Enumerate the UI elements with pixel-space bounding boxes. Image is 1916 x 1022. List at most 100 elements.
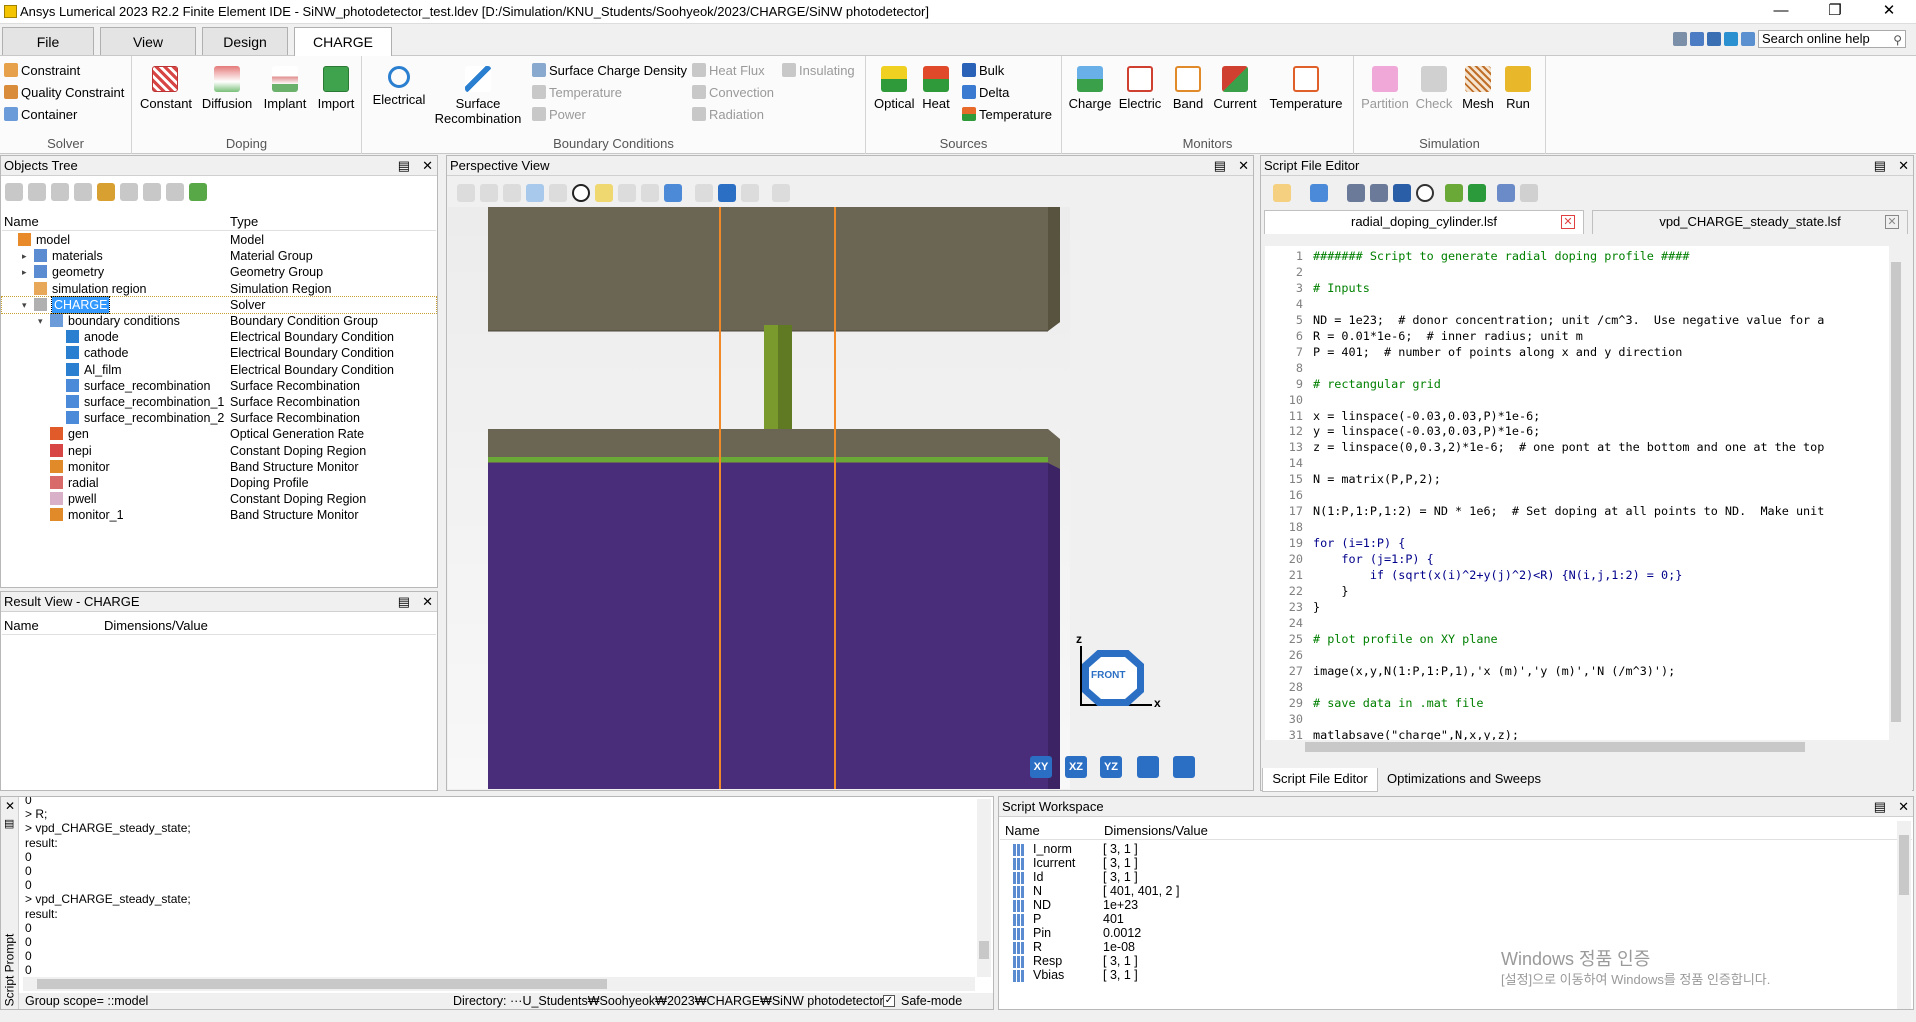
check-button[interactable]: Check xyxy=(1414,66,1454,111)
minimize-icon[interactable]: — xyxy=(1754,0,1808,24)
tab-file[interactable]: File xyxy=(2,27,94,55)
tree-row-model[interactable]: model Model xyxy=(2,232,436,248)
current-monitor-button[interactable]: Current xyxy=(1212,66,1258,111)
tree-row-al-film[interactable]: Al_film Electrical Boundary Condition xyxy=(2,362,436,378)
run-to-cursor-icon[interactable] xyxy=(1445,184,1463,202)
zoom-view-icon[interactable] xyxy=(480,184,498,202)
tab-script-file-editor[interactable]: Script File Editor xyxy=(1262,768,1378,792)
help-circle-icon[interactable] xyxy=(572,184,590,202)
mesh-button[interactable]: Mesh xyxy=(1458,66,1498,111)
code-editor[interactable]: 1 ####### Script to generate radial dopin… xyxy=(1265,246,1889,740)
select-icon[interactable] xyxy=(457,184,475,202)
charge-monitor-button[interactable]: Charge xyxy=(1068,66,1112,111)
heat-flux-button[interactable]: Heat Flux xyxy=(692,60,765,80)
partition-button[interactable]: Partition xyxy=(1360,66,1410,111)
ruler-icon[interactable] xyxy=(549,184,567,202)
edit-icon[interactable] xyxy=(97,183,115,201)
save-all-icon[interactable] xyxy=(1393,184,1411,202)
band-monitor-button[interactable]: Band xyxy=(1168,66,1208,111)
diffusion-button[interactable]: Diffusion xyxy=(200,66,254,111)
close-panel-icon[interactable]: ✕ xyxy=(422,592,433,611)
tree-row-boundary-conditions[interactable]: ▾ boundary conditions Boundary Condition G… xyxy=(2,313,436,329)
optical-source-button[interactable]: Optical xyxy=(874,66,914,111)
tree-row-geometry[interactable]: ▸ geometry Geometry Group xyxy=(2,264,436,280)
fit-icon[interactable] xyxy=(664,184,682,202)
cloud-icon[interactable] xyxy=(1724,32,1738,46)
float-icon[interactable]: ▤ xyxy=(4,817,14,830)
view-lock-icon[interactable] xyxy=(1173,756,1195,778)
run-button[interactable]: Run xyxy=(1500,66,1536,111)
prompt-vscroll-thumb[interactable] xyxy=(979,941,989,959)
close-tab-icon[interactable]: ✕ xyxy=(1885,215,1899,229)
prompt-vscrollbar[interactable] xyxy=(977,799,991,977)
help-icon[interactable] xyxy=(1741,32,1755,46)
surface-charge-density-button[interactable]: Surface Charge Density xyxy=(532,60,687,80)
save-file-icon[interactable] xyxy=(1347,184,1365,202)
power-button[interactable]: Power xyxy=(532,104,586,124)
move-left-icon[interactable] xyxy=(51,183,69,201)
float-icon[interactable]: ▤ xyxy=(398,592,410,611)
pan-icon[interactable] xyxy=(503,184,521,202)
tree-row-surface-recombination[interactable]: surface_recombination Surface Recombinati… xyxy=(2,378,436,394)
ws-vscroll-thumb[interactable] xyxy=(1899,835,1909,895)
code-hscrollbar[interactable] xyxy=(1265,740,1889,754)
tree-row-pwell[interactable]: pwell Constant Doping Region xyxy=(2,491,436,507)
user-icon[interactable] xyxy=(1690,32,1704,46)
tree-row-simulation-region[interactable]: simulation region Simulation Region xyxy=(2,281,436,297)
ws-vscrollbar[interactable] xyxy=(1897,821,1911,1009)
prompt-hscroll-thumb[interactable] xyxy=(37,979,607,989)
import-button[interactable]: Import xyxy=(314,66,358,111)
tree-row-surface-recombination-1[interactable]: surface_recombination_1 Surface Recombina… xyxy=(2,394,436,410)
tab-view[interactable]: View xyxy=(100,27,196,55)
electric-monitor-button[interactable]: Electric xyxy=(1116,66,1164,111)
bulk-button[interactable]: Bulk xyxy=(962,60,1004,80)
view-xy-button[interactable]: XY xyxy=(1030,756,1052,778)
expand-arrow-icon[interactable]: ▸ xyxy=(22,264,32,280)
perspective-viewport[interactable] xyxy=(448,207,1070,789)
move-up-icon[interactable] xyxy=(5,183,23,201)
insulating-button[interactable]: Insulating xyxy=(782,60,855,80)
code-hscroll-thumb[interactable] xyxy=(1305,742,1805,752)
move-right-icon[interactable] xyxy=(74,183,92,201)
view-xz-button[interactable]: XZ xyxy=(1065,756,1087,778)
restore-icon[interactable]: ❐ xyxy=(1808,0,1862,24)
float-icon[interactable]: ▤ xyxy=(1874,156,1886,175)
zoom-out-icon[interactable] xyxy=(641,184,659,202)
implant-button[interactable]: Implant xyxy=(260,66,310,111)
tree-row-anode[interactable]: anode Electrical Boundary Condition xyxy=(2,329,436,345)
view-3d-icon[interactable] xyxy=(1137,756,1159,778)
new-file-icon[interactable] xyxy=(1273,184,1291,202)
float-icon[interactable]: ▤ xyxy=(1874,797,1886,816)
script-prompt-output[interactable]: 0 > R; > vpd_CHARGE_steady_state; result: 0 0… xyxy=(25,797,975,977)
view-box-icon[interactable] xyxy=(695,184,713,202)
tab-radial-doping[interactable]: radial_doping_cylinder.lsf ✕ xyxy=(1264,210,1584,234)
tree-row-materials[interactable]: ▸ materials Material Group xyxy=(2,248,436,264)
tree-row-charge[interactable]: ▾ CHARGE Solver xyxy=(1,295,437,314)
tree-row-gen[interactable]: gen Optical Generation Rate xyxy=(2,426,436,442)
view-solid-icon[interactable] xyxy=(718,184,736,202)
tree-row-nepi[interactable]: nepi Constant Doping Region xyxy=(2,443,436,459)
surface-recombination-button[interactable]: Surface Recombination xyxy=(434,66,522,126)
array-icon[interactable] xyxy=(166,183,184,201)
close-tab-icon[interactable]: ✕ xyxy=(1561,215,1575,229)
tree-row-monitor-1[interactable]: monitor_1 Band Structure Monitor xyxy=(2,507,436,523)
close-panel-icon[interactable]: ✕ xyxy=(5,799,15,813)
home-icon[interactable] xyxy=(1707,32,1721,46)
close-panel-icon[interactable]: ✕ xyxy=(1898,156,1909,175)
save-as-icon[interactable] xyxy=(1370,184,1388,202)
expand-arrow-icon[interactable]: ▾ xyxy=(22,297,32,313)
code-vscrollbar[interactable] xyxy=(1889,246,1903,740)
radiation-button[interactable]: Radiation xyxy=(692,104,764,124)
safe-mode-checkbox[interactable]: ✓ xyxy=(883,995,895,1007)
quality-constraint-button[interactable]: Quality Constraint xyxy=(4,82,124,102)
temperature-monitor-button[interactable]: Temperature xyxy=(1266,66,1346,111)
bc-temperature-button[interactable]: Temperature xyxy=(532,82,622,102)
mirror-icon[interactable] xyxy=(120,183,138,201)
close-panel-icon[interactable]: ✕ xyxy=(1898,797,1909,816)
code-vscroll-thumb[interactable] xyxy=(1891,262,1901,722)
close-panel-icon[interactable]: ✕ xyxy=(422,156,433,175)
run-script-icon[interactable] xyxy=(1468,184,1486,202)
tab-design[interactable]: Design xyxy=(202,27,288,55)
rotate-icon[interactable] xyxy=(143,183,161,201)
float-icon[interactable]: ▤ xyxy=(1214,156,1226,175)
